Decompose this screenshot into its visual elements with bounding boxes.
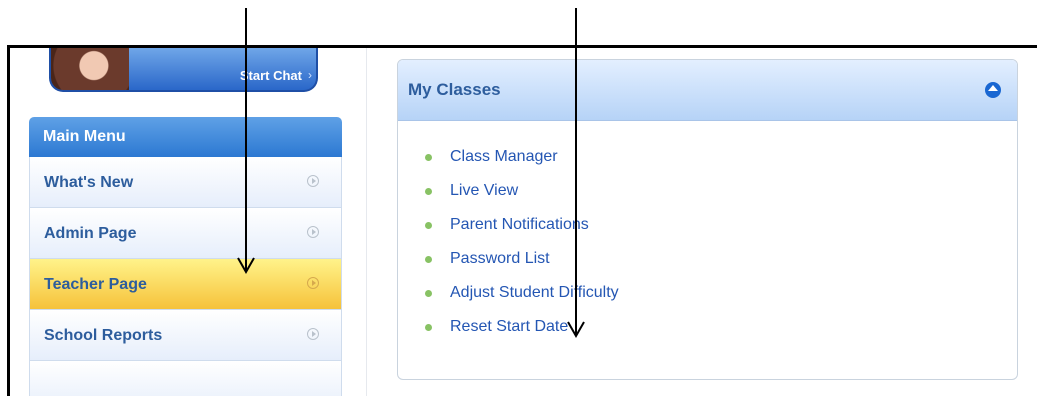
annotation-arrow-reset-start-date xyxy=(567,8,585,339)
annotation-arrow-teacher-page xyxy=(237,8,255,275)
annotation-arrows xyxy=(237,8,585,339)
